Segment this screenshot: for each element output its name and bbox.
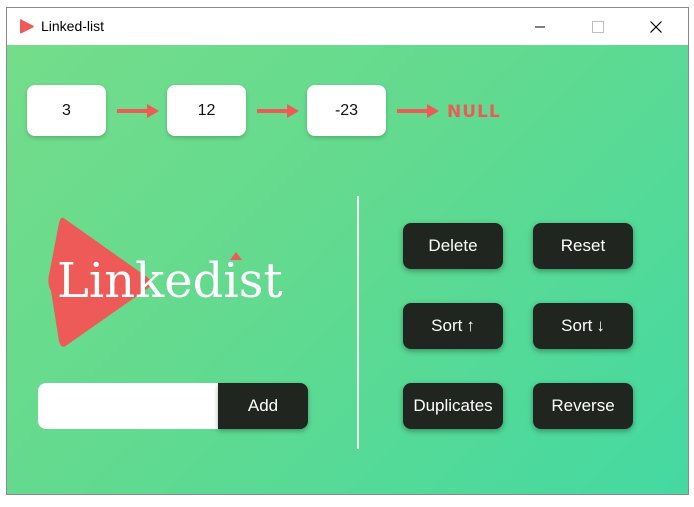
sort-ascending-button[interactable]: Sort ↑ [403,303,503,349]
reset-button[interactable]: Reset [533,223,633,269]
list-node: -23 [307,85,386,136]
maximize-button[interactable] [569,8,627,45]
arrow-right-icon [257,104,299,118]
reverse-button[interactable]: Reverse [533,383,633,429]
arrow-right-icon [397,104,439,118]
arrow-right-icon [117,104,159,118]
add-button[interactable]: Add [218,383,308,429]
minimize-button[interactable] [511,8,569,45]
node-value-input[interactable] [38,383,219,429]
sort-ascending-label: Sort [431,316,463,335]
delete-button[interactable]: Delete [403,223,503,269]
linkedist-logo: Linkedist [48,217,283,347]
arrow-down-icon: ↓ [596,316,605,335]
list-node: 12 [167,85,246,136]
main-panel: 3 12 -23 NULL Linkedist Add Delete Reset [7,45,688,494]
window-title: Linked-list [41,18,105,34]
minimize-icon [535,26,545,27]
sort-descending-button[interactable]: Sort ↓ [533,303,633,349]
arrow-up-icon: ↑ [466,316,475,335]
title-bar[interactable]: Linked-list [7,8,688,45]
app-window: Linked-list 3 12 -23 NULL Linkedist Add … [6,7,689,495]
list-node: 3 [27,85,106,136]
remove-duplicates-button[interactable]: Duplicates [403,383,503,429]
vertical-divider [357,196,359,449]
sort-descending-label: Sort [561,316,593,335]
null-terminator: NULL [447,102,501,122]
close-button[interactable] [627,8,685,45]
app-logo-icon [20,19,34,34]
logo-text: Linkedist [57,253,283,309]
close-icon [650,20,662,33]
maximize-icon [592,20,604,33]
